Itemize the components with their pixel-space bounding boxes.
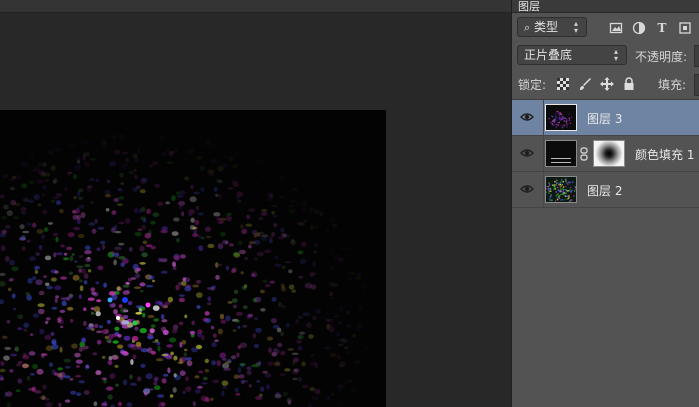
blend-mode-select[interactable]: 正片叠底 ▴ ▾ (517, 45, 627, 65)
thumbnail-artwork (548, 110, 573, 129)
layers-list: 图层 3 颜色填充 1 图层 2 (512, 100, 699, 208)
layer-mask-thumbnail[interactable] (593, 140, 625, 167)
image-filter-icon[interactable] (609, 21, 623, 35)
search-icon: ⌕ (524, 21, 531, 34)
visibility-eye-icon[interactable] (520, 111, 534, 123)
panel-header: 图层 (512, 0, 699, 13)
filter-kind-select[interactable]: ⌕ 类型 ▴ ▾ (517, 17, 587, 37)
document-canvas[interactable] (0, 110, 386, 407)
layer-name[interactable]: 颜色填充 1 (635, 146, 694, 163)
type-filter-icon[interactable]: T (655, 21, 669, 35)
layer-filter-row: ⌕ 类型 ▴ ▾ T (512, 13, 699, 41)
select-arrows-icon: ▴ ▾ (614, 47, 619, 63)
adjustment-filter-icon[interactable] (632, 21, 646, 35)
fill-layer-thumbnail[interactable] (545, 140, 577, 167)
opacity-field[interactable] (694, 45, 699, 67)
layer-row[interactable]: 图层 2 (512, 172, 699, 208)
column-divider (543, 172, 544, 207)
visibility-eye-icon[interactable] (520, 147, 534, 159)
fill-field[interactable] (694, 74, 699, 96)
column-divider (543, 100, 544, 135)
layer-name[interactable]: 图层 3 (587, 110, 622, 127)
lock-label: 锁定: (518, 78, 547, 92)
layer-thumbnail[interactable] (545, 104, 577, 131)
lock-row: 锁定: 填充: (512, 69, 699, 100)
blend-mode-value: 正片叠底 (524, 48, 573, 62)
visibility-eye-icon[interactable] (520, 183, 534, 195)
layer-name[interactable]: 图层 2 (587, 182, 622, 199)
thumbnail-artwork (546, 178, 576, 202)
layer-thumbnail[interactable] (545, 176, 577, 203)
link-chain-icon[interactable] (580, 147, 588, 161)
document-workspace (0, 0, 511, 407)
options-bar-edge (0, 0, 511, 13)
opacity-label: 不透明度: (635, 50, 688, 64)
lock-image-pixels-icon[interactable] (578, 77, 592, 91)
shape-filter-icon[interactable] (678, 21, 692, 35)
particle-artwork (0, 134, 368, 407)
lock-all-icon[interactable] (622, 77, 636, 91)
column-divider (543, 136, 544, 171)
layer-row[interactable]: 颜色填充 1 (512, 136, 699, 172)
fill-label: 填充: (658, 78, 687, 92)
layers-panel: 图层 ⌕ 类型 ▴ ▾ T 正片叠底 ▴ ▾ 不透明度: 锁定: 填充: 图层 … (511, 0, 699, 407)
select-arrows-icon: ▴ ▾ (574, 19, 579, 35)
lock-position-icon[interactable] (600, 77, 614, 91)
lock-transparent-pixels-icon[interactable] (556, 77, 570, 91)
fill-layer-indicator-icon (551, 158, 571, 163)
filter-kind-value: 类型 (534, 20, 559, 34)
layer-row[interactable]: 图层 3 (512, 100, 699, 136)
layers-tab[interactable]: 图层 (518, 0, 540, 14)
blend-opacity-row: 正片叠底 ▴ ▾ 不透明度: (512, 41, 699, 69)
